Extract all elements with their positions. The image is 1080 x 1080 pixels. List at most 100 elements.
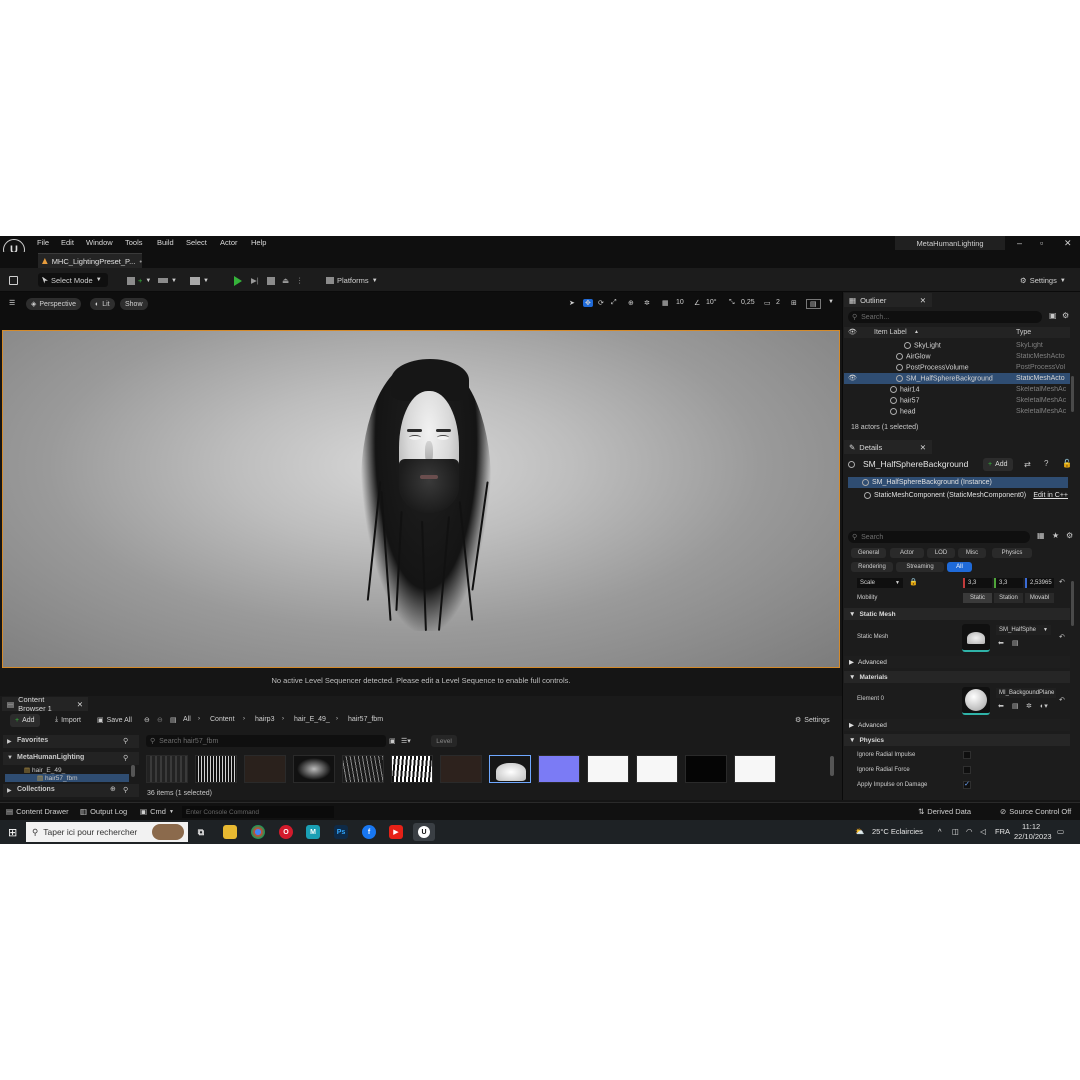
maya-icon[interactable]: M bbox=[306, 825, 320, 839]
mobility-static[interactable]: Static bbox=[963, 593, 992, 603]
grid-snap-icon[interactable]: ▦ bbox=[662, 299, 669, 307]
asset-thumbnail-2[interactable] bbox=[195, 755, 237, 783]
breadcrumb-hair57-fbm[interactable]: hair57_fbm bbox=[348, 716, 383, 723]
file-explorer-icon[interactable] bbox=[223, 825, 237, 839]
tree-folder-hair-e49[interactable]: ▤ hair_E_49_ bbox=[24, 766, 65, 774]
menu-file[interactable]: File bbox=[37, 238, 49, 247]
asset-thumbnail-12[interactable] bbox=[685, 755, 727, 783]
filter-streaming[interactable]: Streaming bbox=[896, 562, 944, 572]
notification-icon[interactable]: ▭ bbox=[1057, 827, 1064, 836]
eject-icon[interactable]: ⏏ bbox=[282, 274, 289, 287]
stop-icon[interactable] bbox=[267, 274, 275, 287]
details-tab[interactable]: ✎ Details ✕ bbox=[844, 440, 932, 454]
viewport-layout-icon[interactable]: ▤ bbox=[806, 299, 821, 309]
details-scrollbar[interactable] bbox=[1071, 581, 1074, 626]
cinematics-icon[interactable]: ▼ bbox=[190, 274, 209, 287]
settings-dropdown[interactable]: ⚙ Settings ▼ bbox=[1020, 274, 1066, 287]
section-physics[interactable]: ▼ Physics bbox=[844, 734, 1070, 746]
section-materials[interactable]: ▼ Materials bbox=[844, 671, 1070, 683]
filter-actor[interactable]: Actor bbox=[890, 548, 924, 558]
mobility-movable[interactable]: Movabl bbox=[1025, 593, 1054, 603]
tray-chevron-icon[interactable]: ^ bbox=[938, 827, 942, 836]
rotate-tool-icon[interactable]: ⟳ bbox=[598, 299, 604, 307]
unreal-taskbar-icon[interactable]: U bbox=[413, 823, 435, 841]
output-log-button[interactable]: ▥ Output Log bbox=[80, 807, 127, 816]
breadcrumb-all[interactable]: All bbox=[183, 716, 191, 723]
network-icon[interactable]: ◫ bbox=[952, 827, 959, 836]
history-back-icon[interactable]: ⊖ bbox=[144, 716, 150, 724]
close-icon[interactable]: ✕ bbox=[920, 296, 926, 305]
menu-tools[interactable]: Tools bbox=[125, 238, 143, 247]
language-indicator[interactable]: FRA bbox=[995, 827, 1010, 836]
play-options-icon[interactable]: ⋮ bbox=[296, 274, 304, 287]
content-drawer-button[interactable]: ▤ Content Drawer bbox=[6, 807, 69, 816]
level-viewport[interactable] bbox=[2, 330, 840, 668]
save-all-button[interactable]: ▣ Save All bbox=[97, 716, 132, 725]
tree-folder-hair57-fbm[interactable]: ▤ hair57_fbm bbox=[5, 774, 129, 782]
camera-speed-value[interactable]: 2 bbox=[776, 299, 780, 306]
lit-button[interactable]: ◐ Lit bbox=[90, 298, 115, 310]
filter-rendering[interactable]: Rendering bbox=[851, 562, 893, 572]
asset-thumbnail-11[interactable] bbox=[636, 755, 678, 783]
scale-tool-icon[interactable]: ⤢ bbox=[611, 299, 617, 307]
play-button[interactable] bbox=[234, 274, 242, 287]
weather-text[interactable]: 25°C Eclaircies bbox=[872, 827, 923, 836]
reset-icon[interactable]: ↶ bbox=[1059, 633, 1065, 641]
cb-add-button[interactable]: + Add bbox=[10, 714, 40, 727]
ignore-radial-force-checkbox[interactable] bbox=[963, 766, 971, 774]
collections-header[interactable]: ▶ Collections ⊕ ⚲ bbox=[3, 784, 139, 797]
breadcrumb-hair-e49[interactable]: hair_E_49_ bbox=[294, 716, 330, 723]
blueprint-convert-icon[interactable]: ⇄ bbox=[1024, 460, 1031, 469]
menu-build[interactable]: Build bbox=[157, 238, 174, 247]
add-component-button[interactable]: + Add bbox=[983, 458, 1013, 471]
static-mesh-component-row[interactable]: StaticMeshComponent (StaticMeshComponent… bbox=[848, 490, 1068, 501]
level-filter-chip[interactable]: Level bbox=[431, 735, 457, 747]
wifi-icon[interactable]: ◠ bbox=[966, 827, 973, 836]
asset-thumbnail-5[interactable] bbox=[342, 755, 384, 783]
asset-thumbnail-7[interactable] bbox=[440, 755, 482, 783]
asset-thumbnail-6[interactable] bbox=[391, 755, 433, 783]
material-options-icon[interactable]: ✲ bbox=[1026, 702, 1032, 710]
camera-speed-icon[interactable]: ▭ bbox=[764, 299, 771, 307]
favorites-header[interactable]: ▶ Favorites ⚲ bbox=[3, 735, 139, 748]
facebook-icon[interactable]: f bbox=[362, 825, 376, 839]
outliner-row[interactable]: head SkeletalMeshAc bbox=[844, 406, 1070, 417]
material-picker[interactable]: MI_BackgoundPlane bbox=[996, 688, 1056, 698]
browse-folder-icon[interactable]: ▤ bbox=[1012, 702, 1019, 710]
outliner-row[interactable]: hair57 SkeletalMeshAc bbox=[844, 395, 1070, 406]
rotation-snap-icon[interactable]: ∠ bbox=[694, 299, 700, 307]
asset-thumbnail-3[interactable] bbox=[244, 755, 286, 783]
filter-general[interactable]: General bbox=[851, 548, 886, 558]
search-icon[interactable]: ⚲ bbox=[123, 754, 128, 762]
menu-select[interactable]: Select bbox=[186, 238, 207, 247]
select-tool-icon[interactable]: ➤ bbox=[569, 299, 575, 307]
section-static-mesh[interactable]: ▼ Static Mesh bbox=[844, 608, 1070, 620]
cb-settings-button[interactable]: ⚙ Settings bbox=[795, 716, 830, 725]
save-icon[interactable] bbox=[9, 274, 18, 287]
minimize-icon[interactable]: – bbox=[1017, 238, 1022, 248]
asset-thumbnail-9[interactable] bbox=[538, 755, 580, 783]
mobility-stationary[interactable]: Station bbox=[994, 593, 1023, 603]
filter-lod[interactable]: LOD bbox=[927, 548, 955, 558]
task-view-icon[interactable]: ⧉ bbox=[194, 825, 208, 839]
chevron-down-icon[interactable]: ▼ bbox=[828, 299, 834, 305]
ignore-radial-impulse-checkbox[interactable] bbox=[963, 751, 971, 759]
lock-icon[interactable]: 🔓 bbox=[1062, 459, 1072, 468]
edit-in-cpp-link[interactable]: Edit in C++ bbox=[1033, 492, 1068, 499]
taskbar-search-input[interactable]: ⚲ Taper ici pour rechercher bbox=[26, 822, 188, 842]
add-folder-icon[interactable]: ▣ bbox=[1049, 311, 1057, 320]
add-collection-icon[interactable]: ⊕ bbox=[110, 785, 116, 793]
filter-all[interactable]: All bbox=[947, 562, 972, 572]
opera-icon[interactable]: O bbox=[279, 825, 293, 839]
outliner-scrollbar[interactable] bbox=[1071, 376, 1074, 412]
scale-y-field[interactable]: 3,3 bbox=[994, 578, 1023, 588]
volume-icon[interactable]: ◁ bbox=[980, 827, 986, 836]
world-space-icon[interactable]: ⊕ bbox=[628, 299, 634, 307]
scale-x-field[interactable]: 3,3 bbox=[963, 578, 992, 588]
source-control-button[interactable]: ⊘ Source Control Off bbox=[1000, 807, 1071, 816]
section-advanced-2[interactable]: ▶ Advanced bbox=[844, 719, 1070, 731]
viewport-menu-icon[interactable]: ☰ bbox=[9, 299, 15, 307]
outliner-row[interactable]: hair14 SkeletalMeshAc bbox=[844, 384, 1070, 395]
advance-frame-icon[interactable]: ▶| bbox=[251, 274, 259, 287]
content-browser-tab[interactable]: ▤ Content Browser 1 ✕ bbox=[2, 695, 88, 713]
